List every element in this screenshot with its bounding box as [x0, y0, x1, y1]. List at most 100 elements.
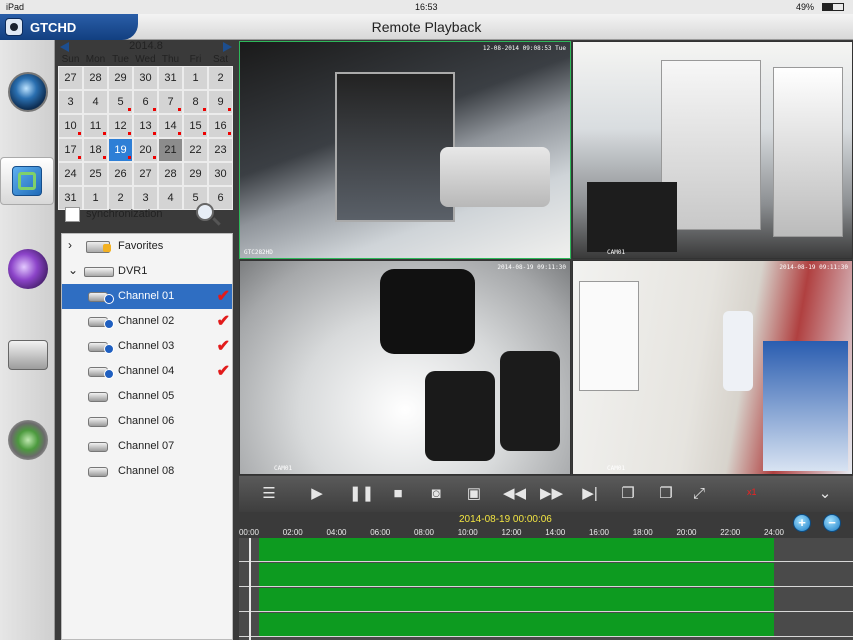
calendar-day[interactable]: 18	[83, 138, 108, 162]
calendar-day[interactable]: 29	[108, 66, 133, 90]
time-tick-label: 22:00	[720, 528, 741, 537]
video-tile-1[interactable]: 12-08-2014 09:08:53 Tue GTC282HD	[239, 41, 571, 259]
checkmark-icon[interactable]: ✔	[217, 311, 230, 331]
playback-sync-icon[interactable]	[0, 157, 54, 205]
tree-item-channel[interactable]: Channel 08	[62, 459, 232, 484]
recording-track[interactable]	[239, 588, 853, 612]
calendar-day[interactable]: 21	[158, 138, 183, 162]
calendar-day[interactable]: 30	[208, 162, 233, 186]
tree-item-channel[interactable]: Channel 03 ✔	[62, 334, 232, 359]
device-label: iPad	[6, 2, 25, 12]
calendar-day[interactable]: 4	[83, 90, 108, 114]
checkmark-icon[interactable]: ✔	[217, 361, 230, 381]
checkmark-icon[interactable]: ✔	[217, 286, 230, 306]
calendar-day-label: 24	[64, 168, 77, 180]
tree-item-channel[interactable]: Channel 01 ✔	[62, 284, 232, 309]
folder-icon[interactable]	[8, 340, 48, 370]
weekday-label: Fri	[189, 54, 202, 65]
next-month-icon[interactable]	[223, 42, 232, 52]
tree-item-favorites[interactable]: › Favorites	[62, 234, 232, 259]
video-tile-3[interactable]: 2014-08-19 09:11:30 CAM01	[239, 260, 571, 475]
calendar-day[interactable]: 29	[183, 162, 208, 186]
video-tile-2[interactable]: CAM01	[572, 41, 853, 259]
fast-forward-icon[interactable]: ▶▶	[540, 484, 563, 504]
prev-month-icon[interactable]	[60, 42, 69, 52]
copy-close-icon[interactable]: ❐	[656, 484, 676, 504]
calendar-day[interactable]: 12	[108, 114, 133, 138]
calendar-day[interactable]: 19	[108, 138, 133, 162]
camera-lens-icon[interactable]	[8, 72, 48, 112]
recording-segment	[258, 588, 774, 611]
recording-track[interactable]	[239, 538, 853, 562]
calendar-day[interactable]: 8	[183, 90, 208, 114]
calendar-day[interactable]: 5	[108, 90, 133, 114]
recording-track[interactable]	[239, 613, 853, 637]
search-icon[interactable]	[196, 203, 214, 221]
rewind-icon[interactable]: ◀◀	[503, 484, 526, 504]
calendar-day[interactable]: 25	[83, 162, 108, 186]
recording-tracks[interactable]	[239, 538, 853, 640]
fullscreen-icon[interactable]: ⤢	[689, 484, 709, 504]
calendar-day[interactable]: 3	[58, 90, 83, 114]
record-list-icon[interactable]: ☰	[259, 484, 279, 504]
tree-item-channel[interactable]: Channel 02 ✔	[62, 309, 232, 334]
video-record-icon[interactable]: ▣	[464, 484, 484, 504]
recording-marker	[128, 108, 131, 111]
calendar-day[interactable]: 1	[183, 66, 208, 90]
checkmark-icon[interactable]: ✔	[217, 336, 230, 356]
chevron-down-icon[interactable]: ⌄	[815, 484, 835, 504]
stop-icon[interactable]: ■	[388, 484, 408, 504]
calendar-day[interactable]: 7	[158, 90, 183, 114]
recording-marker	[103, 156, 106, 159]
tree-item-channel[interactable]: Channel 05	[62, 384, 232, 409]
playhead[interactable]	[249, 538, 251, 640]
calendar-day[interactable]: 14	[158, 114, 183, 138]
speed-label[interactable]: x1	[747, 487, 757, 497]
calendar-day[interactable]: 2	[208, 66, 233, 90]
calendar-day-label: 21	[164, 144, 177, 156]
month-label: 2014.8	[129, 40, 163, 52]
recording-track[interactable]	[239, 563, 853, 587]
video-grid: 12-08-2014 09:08:53 Tue GTC282HD CAM01 2…	[239, 41, 853, 475]
calendar-day[interactable]: 31	[158, 66, 183, 90]
calendar-day[interactable]: 30	[133, 66, 158, 90]
calendar-day[interactable]: 20	[133, 138, 158, 162]
calendar-day[interactable]: 27	[133, 162, 158, 186]
calendar-day[interactable]: 17	[58, 138, 83, 162]
film-reel-icon[interactable]	[8, 249, 48, 289]
calendar-day[interactable]: 15	[183, 114, 208, 138]
calendar-day[interactable]: 27	[58, 66, 83, 90]
calendar-day[interactable]: 22	[183, 138, 208, 162]
calendar-day[interactable]: 28	[158, 162, 183, 186]
play-icon[interactable]: ▶	[307, 484, 327, 504]
tree-item-channel[interactable]: Channel 06	[62, 409, 232, 434]
camera-icon	[88, 467, 108, 477]
calendar-day[interactable]: 10	[58, 114, 83, 138]
tree-item-channel[interactable]: Channel 07	[62, 434, 232, 459]
recording-marker	[203, 108, 206, 111]
sync-checkbox[interactable]	[65, 207, 80, 222]
calendar-day[interactable]: 24	[58, 162, 83, 186]
video-timestamp: 2014-08-19 09:11:30	[779, 264, 848, 271]
calendar-day-label: 8	[192, 96, 199, 108]
calendar-day[interactable]: 13	[133, 114, 158, 138]
time-tick-label: 16:00	[588, 528, 610, 537]
camera-icon	[88, 392, 108, 402]
calendar-day[interactable]: 9	[208, 90, 233, 114]
calendar-day[interactable]: 16	[208, 114, 233, 138]
calendar-day[interactable]: 6	[133, 90, 158, 114]
calendar-day[interactable]: 23	[208, 138, 233, 162]
calendar-day[interactable]: 11	[83, 114, 108, 138]
playback-toolbar: ☰ ▶ ❚❚ ■ ◙ ▣ ◀◀ ▶▶ ▶| ❐ ❐ ⤢ x1 ⌄	[239, 476, 853, 512]
snapshot-icon[interactable]: ◙	[426, 484, 446, 504]
recording-marker	[153, 108, 156, 111]
video-tile-4[interactable]: 2014-08-19 09:11:30 CAM01	[572, 260, 853, 475]
calendar-day[interactable]: 28	[83, 66, 108, 90]
tree-item-dvr[interactable]: ⌄ DVR1	[62, 259, 232, 284]
calendar-day[interactable]: 26	[108, 162, 133, 186]
gear-icon[interactable]	[8, 420, 48, 460]
sync-copy-icon[interactable]: ❐	[618, 484, 638, 504]
step-forward-icon[interactable]: ▶|	[580, 484, 600, 504]
pause-icon[interactable]: ❚❚	[349, 484, 374, 504]
tree-item-channel[interactable]: Channel 04 ✔	[62, 359, 232, 384]
